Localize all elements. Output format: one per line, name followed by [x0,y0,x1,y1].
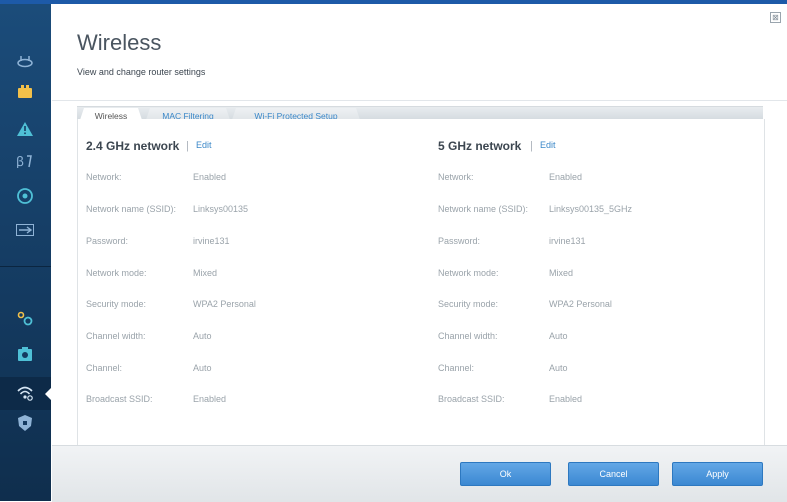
page-subtitle: View and change router settings [77,67,206,77]
sidebar-divider [0,266,51,267]
value-24-password: irvine131 [193,236,230,246]
close-button[interactable]: ⊠ [770,12,781,23]
section-5ghz-separator: | [530,140,533,152]
value-24-channel-width: Auto [193,331,212,341]
value-5-broadcast: Enabled [549,394,583,404]
sidebar: ꞵ [0,4,52,501]
ok-button[interactable]: Ok [460,462,551,486]
header-divider [52,100,787,101]
apply-button[interactable]: Apply [672,462,763,486]
label-5-password: Password: [438,236,481,246]
value-5-channel: Auto [549,363,568,373]
label-5-channel: Channel: [438,363,475,373]
value-24-security: WPA2 Personal [193,299,256,309]
label-5-network: Network: [438,172,474,182]
label-24-broadcast: Broadcast SSID: [86,394,153,404]
value-5-mode: Mixed [549,268,574,278]
value-24-broadcast: Enabled [193,394,227,404]
devices-icon[interactable] [14,81,36,103]
value-5-channel-width: Auto [549,331,568,341]
active-indicator [45,387,52,401]
settings-panel [77,119,765,445]
security-shield-icon[interactable] [14,412,36,434]
label-5-ssid: Network name (SSID): [438,204,529,214]
connectivity-gears-icon[interactable] [14,307,36,329]
section-24ghz-separator: | [186,140,189,152]
label-24-channel: Channel: [86,363,123,373]
label-24-mode: Network mode: [86,268,147,278]
svg-text:ꞵ: ꞵ [16,155,24,168]
label-24-password: Password: [86,236,129,246]
value-24-channel: Auto [193,363,212,373]
value-24-mode: Mixed [193,268,218,278]
label-24-ssid: Network name (SSID): [86,204,177,214]
value-5-password: irvine131 [549,236,586,246]
section-24ghz-title: 2.4 GHz network [86,139,180,153]
wireless-icon [14,382,36,404]
edit-24ghz-link[interactable]: Edit [196,140,212,150]
label-24-network: Network: [86,172,122,182]
value-5-network: Enabled [549,172,583,182]
troubleshooting-icon[interactable] [14,343,36,365]
page-title: Wireless [77,30,162,55]
value-24-network: Enabled [193,172,227,182]
label-5-broadcast: Broadcast SSID: [438,394,505,404]
sidebar-item-wireless-active[interactable] [0,377,52,410]
label-5-security: Security mode: [438,299,499,309]
value-5-security: WPA2 Personal [549,299,612,309]
label-24-security: Security mode: [86,299,147,309]
parental-icon[interactable]: ꞵ [14,150,36,172]
router-status-icon[interactable] [14,50,36,72]
top-accent-bar [0,0,787,4]
storage-icon[interactable] [14,219,36,241]
label-5-channel-width: Channel width: [438,331,498,341]
label-24-channel-width: Channel width: [86,331,146,341]
tab-wireless[interactable]: Wireless [78,108,144,126]
alert-icon[interactable] [14,118,36,140]
value-24-ssid: Linksys00135 [193,204,249,214]
label-5-mode: Network mode: [438,268,499,278]
section-5ghz-title: 5 GHz network [438,139,522,153]
value-5-ssid: Linksys00135_5GHz [549,204,633,214]
edit-5ghz-link[interactable]: Edit [540,140,556,150]
cancel-button[interactable]: Cancel [568,462,659,486]
speed-icon[interactable] [14,185,36,207]
